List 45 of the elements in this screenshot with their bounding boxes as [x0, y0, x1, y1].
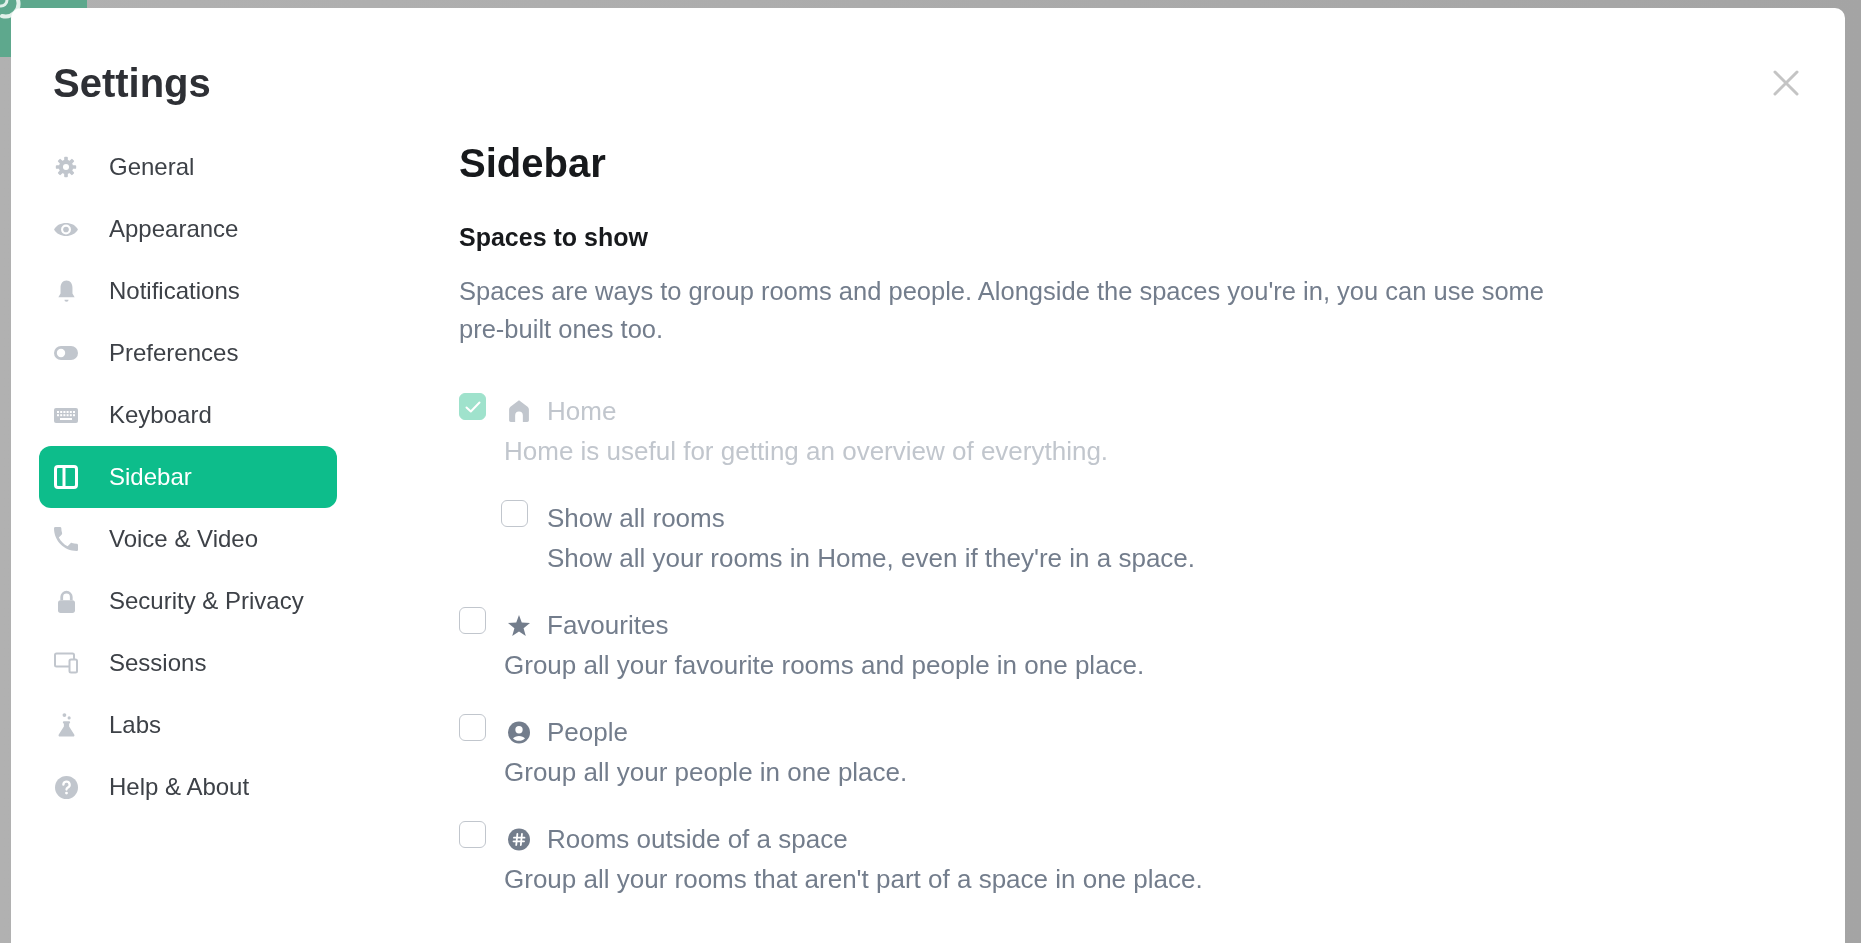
checkmark-icon	[464, 400, 481, 413]
sidebar-tab[interactable]: Security & Privacy	[39, 570, 337, 632]
sidebar-tab[interactable]: Preferences	[39, 322, 337, 384]
checkbox[interactable]	[459, 714, 486, 741]
page-heading: Sidebar	[459, 140, 607, 187]
close-button[interactable]	[1773, 70, 1799, 96]
sidebar-tab[interactable]: General	[39, 136, 337, 198]
hashtag-icon	[508, 827, 530, 851]
sidebar-tab[interactable]: Notifications	[39, 260, 337, 322]
section-heading: Spaces to show	[459, 222, 649, 253]
gear-icon	[55, 156, 77, 178]
close-icon	[1773, 70, 1799, 96]
option-label: Favourites	[547, 609, 669, 642]
eye-icon	[54, 222, 78, 236]
flask-icon	[57, 713, 75, 737]
sidebar-tab[interactable]: Voice & Video	[39, 508, 337, 570]
sidebar-tab[interactable]: Keyboard	[39, 384, 337, 446]
sidebar-tab[interactable]: Sessions	[39, 632, 337, 694]
option-description: Group all your people in one place.	[504, 756, 909, 789]
devices-icon	[54, 651, 78, 675]
sidebar-tab[interactable]: Help & About	[39, 756, 337, 818]
sidebar-panel-icon	[54, 465, 78, 489]
star-icon	[508, 613, 530, 637]
home-icon	[509, 400, 529, 422]
checkbox[interactable]	[459, 607, 486, 634]
sidebar-tab[interactable]: Labs	[39, 694, 337, 756]
option-label: Home	[547, 395, 617, 428]
option-description: Group all your rooms that aren't part of a space in one place.	[504, 863, 1204, 896]
toggle-icon	[54, 346, 78, 360]
option-label: Show all rooms	[547, 502, 725, 535]
lock-icon	[57, 589, 75, 613]
option-label: People	[547, 716, 628, 749]
sidebar-tab[interactable]: Appearance	[39, 198, 337, 260]
bell-icon	[57, 279, 75, 303]
option-label: Rooms outside of a space	[547, 823, 848, 856]
option-description: Show all your rooms in Home, even if they're in a space.	[547, 542, 1197, 575]
option-description: Group all your favourite rooms and people in one place.	[504, 649, 1146, 682]
checkbox[interactable]	[459, 821, 486, 848]
help-icon	[54, 775, 78, 799]
dialog-title: Settings	[52, 60, 211, 107]
section-description: Spaces are ways to group rooms and people. Alongside the spaces you're in, you can use some pre-built ones too.	[459, 276, 1546, 345]
person-icon	[508, 720, 530, 744]
option-description: Home is useful for getting an overview of everything.	[504, 435, 1110, 468]
keyboard-icon	[54, 407, 78, 423]
phone-icon	[54, 527, 78, 551]
